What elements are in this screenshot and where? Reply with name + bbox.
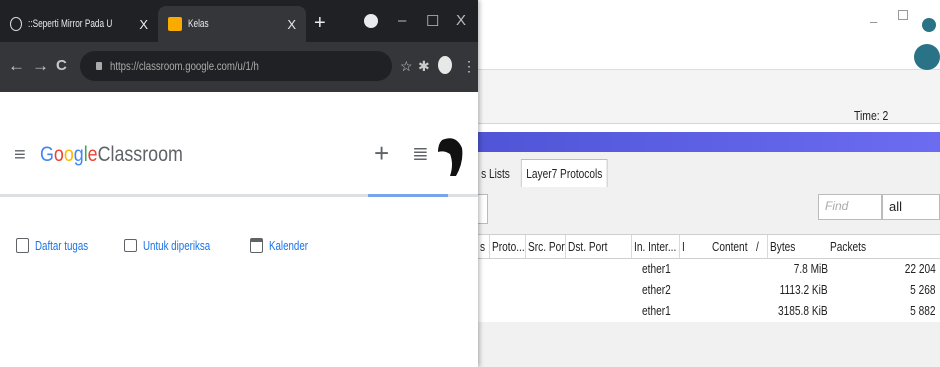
column-header-protocol[interactable]: Proto... <box>490 235 526 258</box>
cell-bytes: 1113.2 KiB <box>779 282 828 297</box>
tab-address-lists[interactable]: s Lists <box>478 162 513 185</box>
lock-icon <box>96 62 102 70</box>
calendar-icon <box>250 238 264 253</box>
connections-table: s Proto... Src. Port Dst. Port In. Inter… <box>478 234 940 322</box>
nav-untuk-diperiksa[interactable]: Untuk diperiksa <box>123 238 233 253</box>
loading-progress-bar <box>368 194 448 197</box>
google-letter: G <box>40 143 54 166</box>
url-text: https://classroom.google.com/u/1/h <box>110 59 259 73</box>
maximize-button[interactable]: ☐ <box>426 12 439 30</box>
tab-title: Kelas <box>188 18 209 30</box>
hamburger-menu-icon[interactable]: ≡ <box>14 144 26 167</box>
tab-layer7-protocols[interactable]: Layer7 Protocols <box>520 159 608 187</box>
browser-menu-icon[interactable]: ⋮ <box>462 58 476 75</box>
cell-bytes: 7.8 MiB <box>793 261 828 276</box>
tab-title: ::Seperti Mirror Pada Umum <box>27 18 112 30</box>
winbox-tab-strip: s Lists Layer7 Protocols <box>478 157 608 189</box>
classroom-wordmark: Classroom <box>97 143 183 166</box>
column-sort-indicator: / <box>754 235 768 258</box>
google-letter: g <box>73 143 84 166</box>
table-row[interactable]: ether1 3185.8 KiB 5 882 <box>478 301 940 322</box>
browser-tab-mirror[interactable]: ::Seperti Mirror Pada Umum X <box>0 6 158 42</box>
forward-button[interactable]: → <box>32 56 49 76</box>
incognito-icon[interactable] <box>364 14 378 28</box>
winbox-minimize-button[interactable]: – <box>870 14 877 29</box>
nav-daftar-tugas[interactable]: Daftar tugas <box>16 238 106 253</box>
create-join-class-button[interactable]: + <box>374 138 389 169</box>
address-bar[interactable]: https://classroom.google.com/u/1/h <box>80 51 392 81</box>
column-header[interactable]: s <box>478 235 490 258</box>
table-row[interactable]: ether1 7.8 MiB 22 204 <box>478 259 940 280</box>
new-tab-button[interactable]: + <box>314 12 326 35</box>
avatar[interactable] <box>436 136 464 178</box>
back-button[interactable]: ← <box>8 56 25 76</box>
winbox-header-bar <box>478 132 940 152</box>
winbox-window: – Time: 2 s Lists Layer7 Protocols Find … <box>478 0 940 367</box>
close-tab-icon[interactable]: X <box>139 17 148 32</box>
toolbar-button[interactable] <box>478 194 488 224</box>
profile-icon[interactable] <box>438 56 452 74</box>
close-window-button[interactable]: X <box>456 12 466 29</box>
table-header: s Proto... Src. Port Dst. Port In. Inter… <box>478 235 940 259</box>
winbox-titlebar <box>478 0 940 70</box>
browser-tab-kelas[interactable]: Kelas X <box>158 6 306 42</box>
cell-packets: 5 882 <box>910 303 936 318</box>
cell-packets: 22 204 <box>904 261 936 276</box>
filter-select[interactable]: all <box>882 194 940 220</box>
google-classroom-logo[interactable]: GoogleClassroom <box>40 143 183 167</box>
cell-bytes: 3185.8 KiB <box>778 303 828 318</box>
google-wordmark: Google <box>40 143 98 166</box>
google-letter: e <box>87 143 98 166</box>
cell-in-interface: ether1 <box>642 261 671 276</box>
find-input[interactable]: Find <box>818 194 882 220</box>
minimize-button[interactable]: – <box>398 12 406 29</box>
column-header-content[interactable]: Content <box>710 235 754 258</box>
time-label: Time: 2 <box>854 108 889 123</box>
apps-menu-icon[interactable]: ≣ <box>412 141 429 166</box>
close-tab-icon[interactable]: X <box>287 17 296 32</box>
cell-packets: 5 268 <box>910 282 936 297</box>
column-header-dst-port[interactable]: Dst. Port <box>566 235 632 258</box>
extension-icon[interactable]: ✱ <box>418 58 430 75</box>
google-letter: o <box>53 143 64 166</box>
globe-icon <box>10 17 22 31</box>
google-letter: o <box>63 143 74 166</box>
table-row[interactable]: ether2 1113.2 KiB 5 268 <box>478 280 940 301</box>
bookmark-star-icon[interactable]: ☆ <box>400 58 413 75</box>
column-header-bytes[interactable]: Bytes <box>768 235 828 258</box>
winbox-maximize-button[interactable] <box>898 10 908 20</box>
classroom-quick-nav: Daftar tugas Untuk diperiksa Kalender <box>16 238 321 253</box>
classroom-favicon-icon <box>168 17 182 31</box>
cell-in-interface: ether1 <box>642 303 671 318</box>
column-header-in-interface[interactable]: In. Inter... <box>632 235 680 258</box>
column-header-i[interactable]: I <box>680 235 710 258</box>
cell-in-interface: ether2 <box>642 282 671 297</box>
review-icon <box>123 239 137 252</box>
column-header-packets[interactable]: Packets <box>828 235 940 258</box>
browser-window: ::Seperti Mirror Pada Umum X Kelas X + –… <box>0 0 478 367</box>
assignment-icon <box>16 238 29 253</box>
reload-button[interactable]: C <box>56 57 67 74</box>
column-header-src-port[interactable]: Src. Port <box>526 235 566 258</box>
nav-kalender[interactable]: Kalender <box>250 238 321 253</box>
